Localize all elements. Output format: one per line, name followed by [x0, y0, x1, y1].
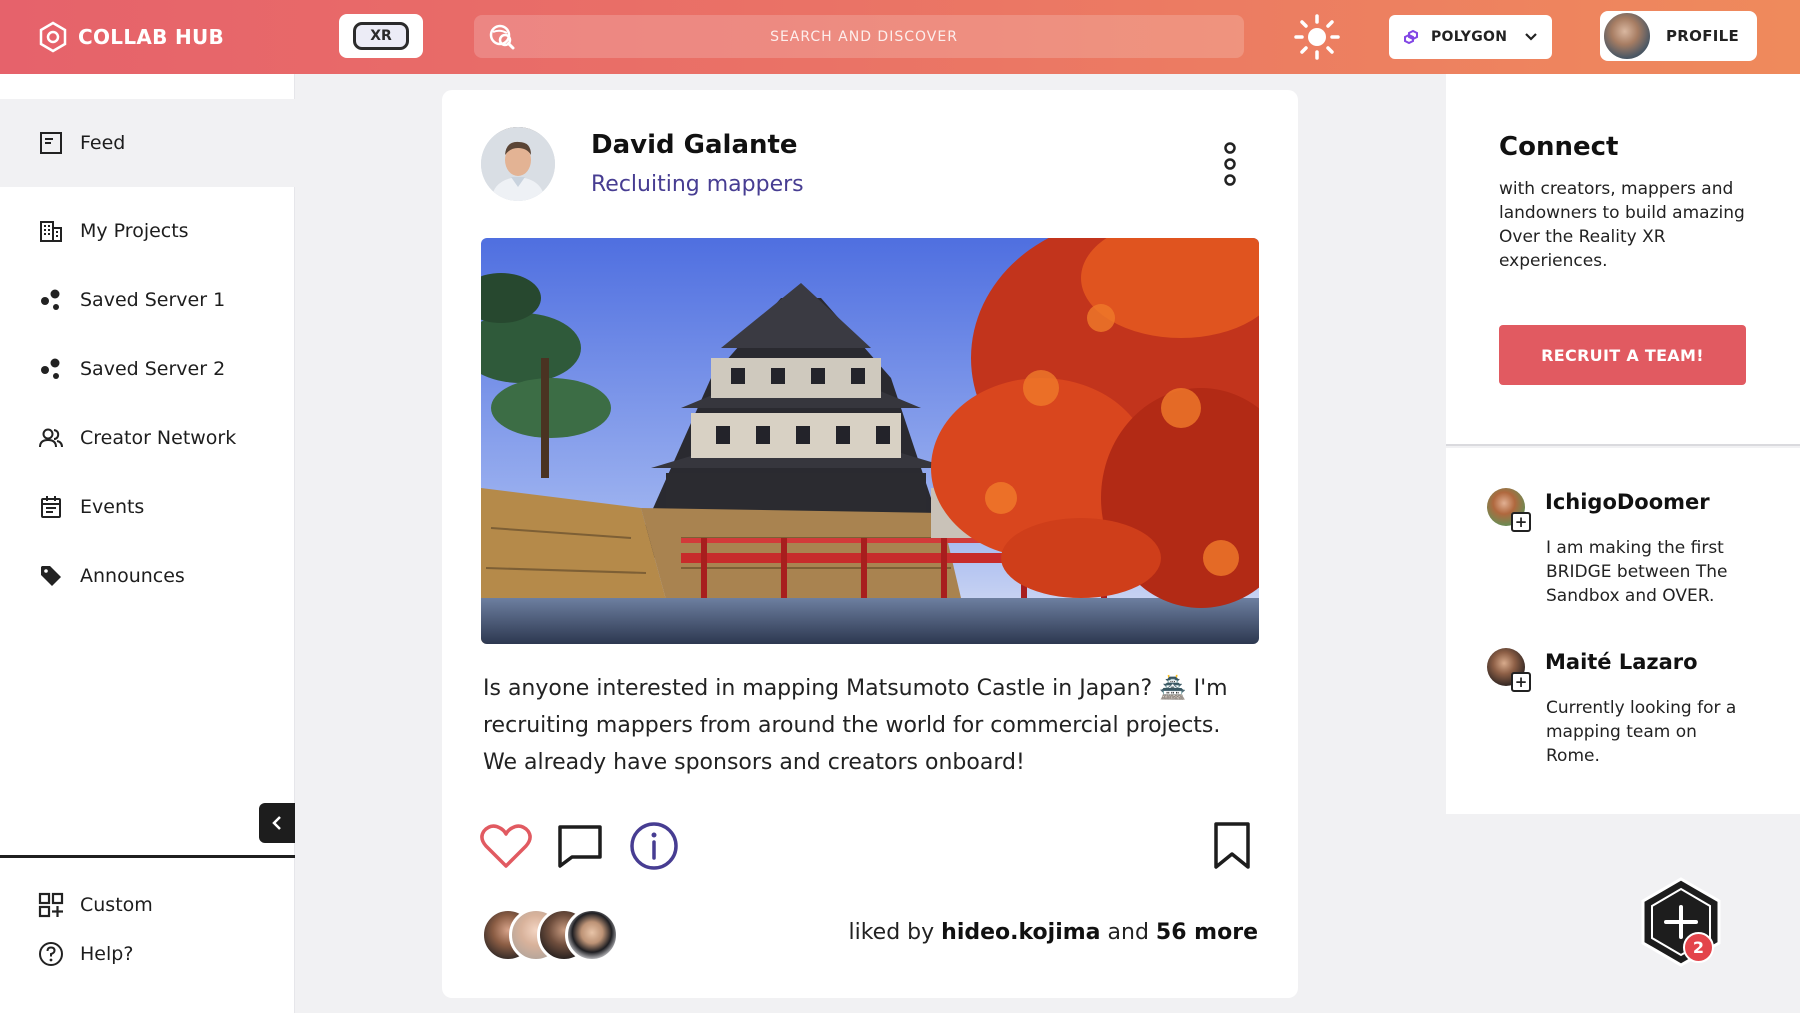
profile-label: PROFILE: [1666, 27, 1740, 45]
liked-by-text: liked by hideo.kojima and 56 more: [848, 920, 1258, 945]
brand-logo[interactable]: COLLAB HUB: [38, 18, 224, 56]
sidebar-item-saved-server-2[interactable]: Saved Server 2: [0, 339, 295, 399]
search-input[interactable]: [534, 15, 1194, 58]
liked-by-more-link[interactable]: 56 more: [1156, 920, 1258, 945]
sidebar-item-label: Feed: [80, 132, 126, 154]
search-bar[interactable]: [474, 15, 1244, 58]
server-nodes-icon: [38, 356, 64, 382]
collapse-sidebar-button[interactable]: [259, 803, 295, 843]
author-avatar[interactable]: [481, 127, 555, 201]
network-select[interactable]: POLYGON: [1389, 15, 1552, 59]
server-nodes-icon: [38, 287, 64, 313]
creator-name[interactable]: Maité Lazaro: [1545, 650, 1698, 674]
grid-plus-icon: [38, 892, 64, 918]
xr-label: XR: [370, 28, 392, 44]
sidebar-item-events[interactable]: Events: [0, 477, 295, 537]
sidebar-item-feed[interactable]: Feed: [0, 99, 295, 187]
info-button[interactable]: [628, 820, 680, 872]
sidebar-item-help[interactable]: Help?: [0, 924, 295, 984]
bookmark-button[interactable]: [1210, 820, 1254, 872]
vr-headset-icon: XR: [353, 22, 409, 50]
post-image[interactable]: [481, 238, 1259, 644]
like-button[interactable]: [479, 820, 533, 872]
polygon-chain-icon: [1404, 29, 1418, 45]
recruit-team-button[interactable]: RECRUIT A TEAM!: [1499, 325, 1746, 385]
liked-by-prefix: liked by: [848, 920, 935, 945]
profile-avatar: [1602, 11, 1652, 61]
sidebar-divider: [0, 855, 295, 858]
theme-toggle-sun-icon[interactable]: [1293, 13, 1341, 61]
more-options-icon[interactable]: [1222, 140, 1238, 188]
notification-badge: 2: [1683, 932, 1714, 963]
sidebar-item-label: Saved Server 2: [80, 358, 226, 380]
hexagon-logo-icon: [39, 21, 67, 53]
post-card: David Galante Recluiting mappers Is anyo…: [442, 90, 1298, 998]
creator-description: I am making the first BRIDGE between The…: [1546, 538, 1728, 606]
add-friend-icon[interactable]: +: [1511, 512, 1531, 532]
xr-mode-button[interactable]: XR: [339, 14, 423, 58]
sidebar-item-announces[interactable]: Announces: [0, 546, 295, 606]
post-subtitle: Recluiting mappers: [591, 172, 804, 197]
heart-icon: [480, 824, 532, 868]
top-bar: COLLAB HUB XR POLYGON: [0, 0, 1800, 74]
calendar-icon: [38, 494, 64, 520]
sidebar-item-label: My Projects: [80, 220, 189, 242]
liker-avatars[interactable]: [481, 908, 621, 962]
comment-icon: [558, 825, 602, 868]
chevron-left-icon: [272, 816, 281, 830]
building-icon: [38, 218, 64, 244]
comment-button[interactable]: [554, 820, 606, 872]
post-body-text: Is anyone interested in mapping Matsumot…: [483, 676, 1228, 775]
network-selected-value: POLYGON: [1431, 29, 1508, 45]
profile-button[interactable]: PROFILE: [1600, 11, 1757, 61]
brand-name: COLLAB HUB: [78, 25, 225, 49]
creator-description: Currently looking for a mapping team on …: [1546, 698, 1737, 766]
connect-title: Connect: [1499, 132, 1619, 162]
feed-icon: [38, 130, 64, 156]
liked-by-user-link[interactable]: hideo.kojima: [941, 920, 1100, 945]
chevron-down-icon: [1525, 33, 1537, 41]
list-item: + IchigoDoomer I am making the first BRI…: [1487, 488, 1787, 618]
sidebar-item-label: Help?: [80, 943, 134, 965]
sidebar-item-label: Announces: [80, 565, 185, 587]
search-discover-icon: [489, 24, 515, 50]
avatar: [565, 908, 619, 962]
sidebar-item-label: Custom: [80, 894, 153, 916]
sidebar: Feed My Projects Saved Server 1 Saved Se…: [0, 74, 295, 1013]
suggested-creators: + IchigoDoomer I am making the first BRI…: [1446, 448, 1800, 814]
liked-by-and: and: [1107, 920, 1149, 945]
author-name[interactable]: David Galante: [591, 130, 798, 160]
tag-icon: [38, 563, 64, 589]
question-circle-icon: [38, 941, 64, 967]
info-icon: [630, 822, 678, 870]
sidebar-item-my-projects[interactable]: My Projects: [0, 201, 295, 261]
connect-panel: Connect with creators, mappers and lando…: [1446, 74, 1800, 446]
connect-description: with creators, mappers and landowners to…: [1499, 179, 1745, 271]
people-icon: [38, 425, 64, 451]
sidebar-item-creator-network[interactable]: Creator Network: [0, 408, 295, 468]
creator-name[interactable]: IchigoDoomer: [1545, 490, 1710, 514]
sidebar-item-label: Saved Server 1: [80, 289, 226, 311]
add-friend-icon[interactable]: +: [1511, 672, 1531, 692]
list-item: + Maité Lazaro Currently looking for a m…: [1487, 648, 1787, 778]
sidebar-item-label: Events: [80, 496, 145, 518]
sidebar-item-label: Creator Network: [80, 427, 237, 449]
bookmark-icon: [1214, 822, 1250, 869]
sidebar-item-saved-server-1[interactable]: Saved Server 1: [0, 270, 295, 330]
